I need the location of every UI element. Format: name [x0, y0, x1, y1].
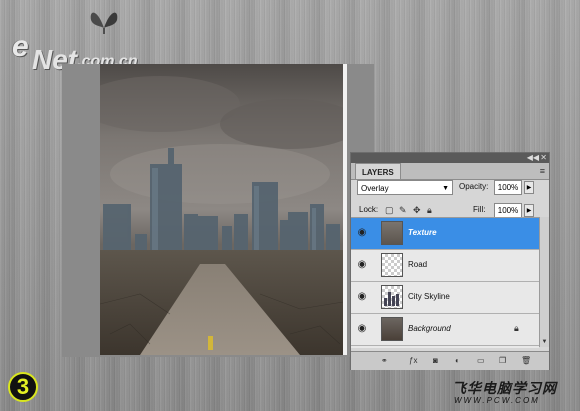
lock-transparency-icon[interactable]: ▢: [385, 204, 394, 216]
canvas-scroll-edge: [343, 64, 347, 355]
layer-thumbnail: [381, 253, 403, 277]
layer-thumbnail: [381, 221, 403, 245]
panel-tab-row: LAYERS ≡: [351, 163, 549, 180]
city-road-scene: [100, 64, 343, 355]
layer-row-background[interactable]: ◉ Background 🔒︎: [351, 314, 539, 346]
fill-field[interactable]: 100%: [494, 203, 522, 218]
layer-name: Road: [408, 260, 428, 269]
chevron-down-icon: ▼: [442, 185, 449, 192]
layer-row-road[interactable]: ◉ Road: [351, 250, 539, 282]
eye-icon[interactable]: ◉: [356, 323, 368, 335]
new-layer-icon[interactable]: ❐: [499, 355, 506, 367]
opacity-field[interactable]: 100%: [494, 180, 522, 195]
watermark: 飞华电脑学习网 WWW.PCW.COM: [452, 378, 574, 408]
layer-list-scrollbar[interactable]: ▼: [539, 217, 549, 347]
trash-icon[interactable]: 🗑︎: [521, 355, 531, 367]
panel-footer-toolbar: ⚭ ƒx ◙ ◐ ▭ ❐ 🗑︎: [351, 351, 549, 370]
fill-slider-toggle[interactable]: ▶: [524, 204, 534, 217]
eye-icon[interactable]: ◉: [356, 291, 368, 303]
layer-list: ◉ Texture ◉ Road ◉ City Skyline ◉ Backgr…: [351, 217, 539, 348]
opacity-label: Opacity:: [459, 182, 489, 191]
layers-panel: ◀◀ ✕ LAYERS ≡ Overlay ▼ Opacity: 100% ▶ …: [350, 152, 550, 370]
link-layers-icon[interactable]: ⚭: [381, 355, 388, 367]
fill-label: Fill:: [473, 205, 486, 214]
layer-mask-icon[interactable]: ◙: [433, 355, 438, 367]
layer-name: Background: [408, 324, 451, 333]
opacity-slider-toggle[interactable]: ▶: [524, 181, 534, 194]
lock-icon: 🔒︎: [514, 323, 519, 333]
eye-icon[interactable]: ◉: [356, 227, 368, 239]
panel-title-bar[interactable]: ◀◀ ✕: [351, 153, 549, 163]
layer-name: City Skyline: [408, 292, 450, 301]
butterfly-icon: [90, 12, 118, 34]
double-arrow-icon[interactable]: ◀◀: [527, 153, 539, 163]
composite-image: [100, 64, 343, 355]
step-number: 3: [16, 374, 30, 399]
watermark-chinese-text: 飞华电脑学习网: [452, 381, 557, 397]
layer-row-city-skyline[interactable]: ◉ City Skyline: [351, 282, 539, 314]
layer-thumbnail: [381, 317, 403, 341]
close-icon[interactable]: ✕: [540, 153, 547, 163]
eye-icon[interactable]: ◉: [356, 259, 368, 271]
blend-mode-select[interactable]: Overlay ▼: [357, 180, 453, 195]
layer-row-texture[interactable]: ◉ Texture: [351, 218, 539, 250]
lock-brush-icon[interactable]: ✎: [399, 204, 407, 216]
new-group-icon[interactable]: ▭: [477, 355, 485, 367]
scroll-down-arrow-icon[interactable]: ▼: [540, 337, 549, 347]
logo-letter: e: [12, 30, 29, 63]
layer-thumbnail: [381, 285, 403, 309]
lock-label: Lock:: [359, 205, 379, 214]
adjustment-layer-icon[interactable]: ◐: [455, 355, 460, 367]
panel-menu-icon[interactable]: ≡: [540, 166, 545, 176]
lock-all-icon[interactable]: 🔒︎: [427, 204, 432, 216]
step-number-badge: 3: [8, 372, 38, 402]
lock-move-icon[interactable]: ✥: [413, 204, 421, 216]
tab-layers[interactable]: LAYERS: [355, 163, 401, 179]
blend-mode-value: Overlay: [361, 184, 389, 193]
layer-style-icon[interactable]: ƒx: [409, 355, 417, 367]
blend-row: Overlay ▼ Opacity: 100% ▶: [351, 180, 549, 198]
layer-name: Texture: [408, 228, 437, 237]
watermark-url: WWW.PCW.COM: [454, 396, 540, 405]
